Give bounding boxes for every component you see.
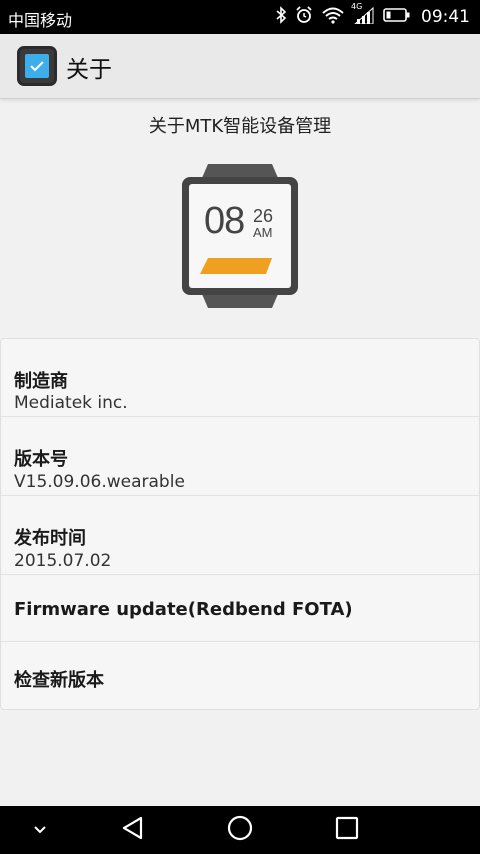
alarm-icon [295,6,313,28]
recents-icon [335,816,359,844]
watch-accent-bar [200,258,272,274]
watch-ampm: AM [253,225,273,240]
manufacturer-label: 制造商 [14,371,68,392]
hide-keyboard-button[interactable] [18,806,62,854]
page-title: 关于 [66,57,112,83]
app-icon-screen [25,54,49,78]
manufacturer-value: Mediatek inc. [14,393,128,413]
bluetooth-icon [275,6,287,28]
release-date-label: 发布时间 [14,528,86,549]
firmware-update-label: Firmware update(Redbend FOTA) [14,599,353,620]
watch-minute: 26 [253,206,274,226]
version-label: 版本号 [14,449,68,470]
firmware-update-row[interactable]: Firmware update(Redbend FOTA) [1,575,479,642]
about-heading: 关于MTK智能设备管理 [148,116,332,137]
chevron-down-icon [32,821,48,840]
check-update-label: 检查新版本 [14,670,104,691]
network-type: 4G [351,2,363,11]
version-value: V15.09.06.wearable [14,472,185,492]
back-button[interactable] [108,806,158,854]
navigation-bar [0,806,480,854]
manufacturer-row: 制造商 Mediatek inc. [1,339,479,417]
recents-button[interactable] [322,806,372,854]
app-icon[interactable] [17,46,57,86]
watch-hour: 08 [204,200,245,242]
status-icons: 4G 09:41 [275,2,470,28]
action-bar: 关于 [0,34,480,99]
back-icon [120,815,146,845]
signal-icon: 4G [351,2,375,28]
release-date-row: 发布时间 2015.07.02 [1,496,479,575]
battery-icon [383,7,411,27]
clock: 09:41 [421,7,470,27]
release-date-value: 2015.07.02 [14,551,112,571]
check-update-row[interactable]: 检查新版本 [1,642,479,708]
home-button[interactable] [215,806,265,854]
carrier-name: 中国移动 [8,11,73,30]
wifi-icon [321,6,345,28]
home-icon [227,815,253,845]
watch-illustration: 08 26 AM [180,162,300,310]
status-bar: 中国移动 4G 09:41 [0,0,480,34]
device-info-card: 制造商 Mediatek inc. 版本号 V15.09.06.wearable… [0,338,480,710]
version-row: 版本号 V15.09.06.wearable [1,417,479,496]
